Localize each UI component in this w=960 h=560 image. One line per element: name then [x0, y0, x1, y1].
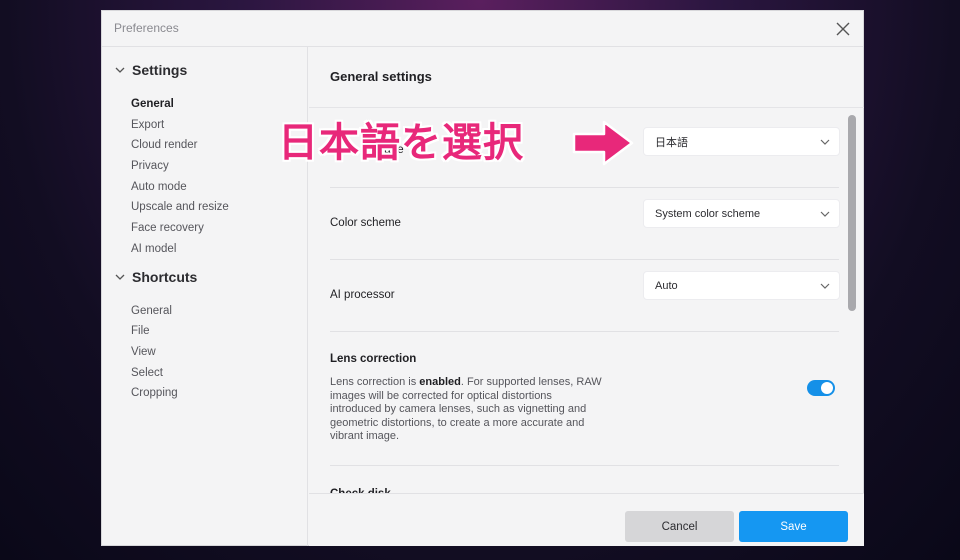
lens-correction-description: Lens correction is enabled. For supporte… — [330, 376, 602, 444]
sidebar-item-face-recovery[interactable]: Face recovery — [131, 222, 204, 234]
color-scheme-select[interactable]: System color scheme — [643, 199, 840, 228]
sidebar-item-export[interactable]: Export — [131, 119, 164, 131]
sidebar-item-view[interactable]: View — [131, 346, 156, 358]
title-bar: Preferences — [102, 11, 863, 47]
page-title: General settings — [330, 69, 432, 84]
sidebar-section-label: Shortcuts — [132, 269, 198, 285]
chevron-down-icon — [820, 139, 830, 145]
sidebar-item-ai-model[interactable]: AI model — [131, 243, 176, 255]
sidebar-section-settings[interactable]: Settings — [114, 62, 187, 78]
chevron-down-icon — [820, 211, 830, 217]
dialog-footer: Cancel Save — [309, 493, 864, 546]
chevron-down-icon — [820, 283, 830, 289]
divider — [330, 331, 839, 332]
ai-processor-label: AI processor — [330, 289, 395, 301]
divider — [330, 465, 839, 466]
language-select[interactable]: 日本語 — [643, 127, 840, 156]
lens-desc-pre: Lens correction is — [330, 376, 420, 388]
ai-processor-select-value: Auto — [655, 279, 678, 292]
sidebar-item-cropping[interactable]: Cropping — [131, 387, 178, 399]
sidebar-item-auto-mode[interactable]: Auto mode — [131, 181, 187, 193]
divider — [330, 187, 839, 188]
close-icon — [836, 22, 850, 36]
language-select-value: 日本語 — [655, 136, 688, 149]
window-title: Preferences — [114, 21, 179, 35]
chevron-down-icon — [115, 274, 125, 280]
lens-correction-toggle[interactable] — [807, 380, 835, 396]
toggle-knob — [821, 382, 833, 394]
sidebar-section-label: Settings — [132, 62, 188, 78]
sidebar-item-general[interactable]: General — [131, 98, 174, 110]
chevron-down-icon — [115, 67, 125, 73]
ai-processor-select[interactable]: Auto — [643, 271, 840, 300]
color-scheme-select-value: System color scheme — [655, 207, 761, 220]
divider — [330, 259, 839, 260]
lens-correction-title: Lens correction — [330, 353, 417, 365]
lens-desc-bold: enabled — [419, 376, 461, 388]
sidebar-item-cloud-render[interactable]: Cloud render — [131, 139, 197, 151]
sidebar-item-upscale-and-resize[interactable]: Upscale and resize — [131, 201, 229, 213]
color-scheme-label: Color scheme — [330, 217, 401, 229]
sidebar-item-select[interactable]: Select — [131, 367, 163, 379]
sidebar-item-shortcuts-general[interactable]: General — [131, 305, 172, 317]
preferences-dialog: Preferences Settings General Export Clou… — [101, 10, 864, 546]
cancel-button[interactable]: Cancel — [625, 511, 734, 542]
annotation-callout: 日本語を選択 — [278, 120, 524, 166]
save-button[interactable]: Save — [739, 511, 848, 542]
close-button[interactable] — [831, 17, 855, 41]
sidebar-item-privacy[interactable]: Privacy — [131, 160, 169, 172]
sidebar-section-shortcuts[interactable]: Shortcuts — [114, 269, 197, 285]
sidebar-item-file[interactable]: File — [131, 325, 150, 337]
scrollbar-thumb[interactable] — [848, 115, 856, 311]
divider — [309, 107, 864, 108]
right-arrow-icon — [572, 120, 634, 166]
